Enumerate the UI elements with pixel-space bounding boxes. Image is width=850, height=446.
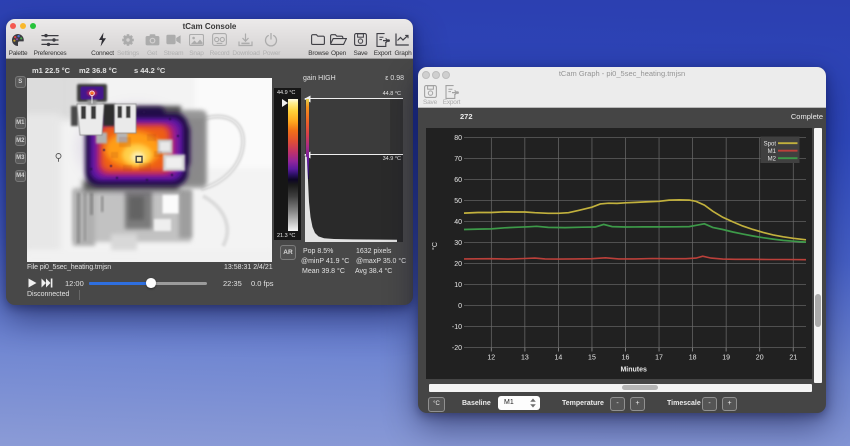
svg-text:M1: M1 [768,148,777,154]
svg-text:Minutes: Minutes [620,366,647,373]
svg-text:°C: °C [431,242,439,250]
svg-text:15: 15 [588,354,596,361]
svg-text:12: 12 [487,354,495,361]
svg-text:20: 20 [756,354,764,361]
svg-text:M2: M2 [768,156,777,162]
svg-text:-20: -20 [452,345,462,352]
svg-text:70: 70 [454,156,462,163]
svg-text:17: 17 [655,354,663,361]
svg-text:-10: -10 [452,324,462,331]
svg-text:21: 21 [789,354,797,361]
svg-text:13: 13 [521,354,529,361]
svg-text:19: 19 [722,354,730,361]
svg-text:30: 30 [454,240,462,247]
svg-text:10: 10 [454,282,462,289]
svg-text:40: 40 [454,219,462,226]
svg-text:Spot: Spot [764,141,777,147]
svg-text:0: 0 [458,303,462,310]
svg-text:16: 16 [622,354,630,361]
svg-text:20: 20 [454,261,462,268]
svg-text:50: 50 [454,198,462,205]
svg-text:60: 60 [454,177,462,184]
svg-text:18: 18 [689,354,697,361]
svg-text:80: 80 [454,135,462,142]
svg-text:14: 14 [555,354,563,361]
